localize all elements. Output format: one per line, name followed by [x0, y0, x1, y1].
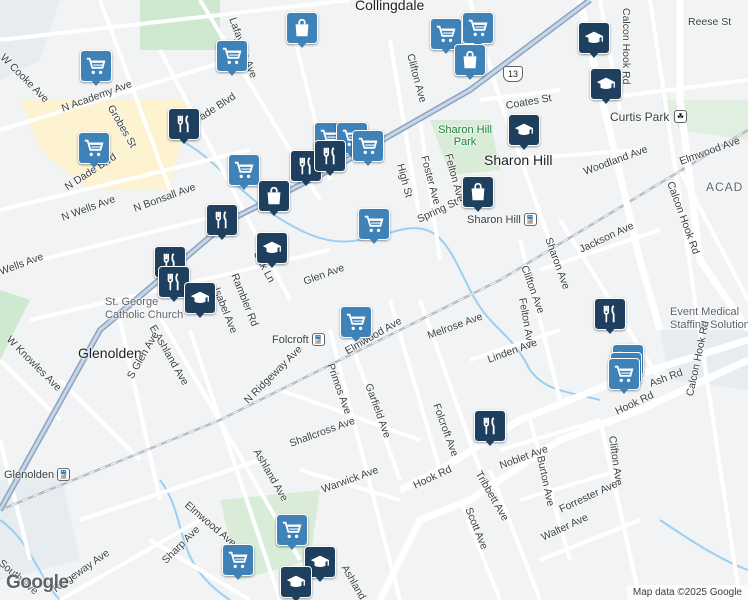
grocery-cart-icon	[233, 159, 255, 181]
school-icon	[189, 287, 211, 309]
grocery-cart-icon	[221, 45, 243, 67]
street-reese-st: Reese St	[688, 16, 732, 28]
google-logo: Google	[6, 572, 69, 593]
cart-marker[interactable]	[358, 208, 390, 244]
station-glenolden[interactable]: Glenolden 🚆	[4, 468, 71, 481]
cart-marker[interactable]	[222, 544, 254, 580]
shopping-bag-icon	[467, 181, 489, 203]
school-icon	[583, 27, 605, 49]
cart-marker[interactable]	[228, 154, 260, 190]
park-label-curtis: Curtis Park	[610, 110, 670, 124]
train-icon: 🚆	[311, 333, 325, 346]
route-13-shield: 13	[503, 66, 523, 82]
school-icon	[513, 119, 535, 141]
town-label-sharon-hill: Sharon Hill	[484, 152, 553, 168]
poi-acad[interactable]: ACAD	[706, 180, 743, 194]
grocery-cart-icon	[435, 23, 457, 45]
shopping-bag-icon	[263, 185, 285, 207]
school-icon	[595, 73, 617, 95]
bag-marker[interactable]	[286, 12, 318, 48]
school-marker[interactable]	[578, 22, 610, 58]
cart-marker[interactable]	[216, 40, 248, 76]
map-canvas[interactable]: 13 Collingdale Sharon Hill Glenolden Sha…	[0, 0, 748, 600]
fork-marker[interactable]	[474, 410, 506, 446]
cart-marker[interactable]	[462, 12, 494, 48]
cart-marker[interactable]	[608, 358, 640, 394]
cart-marker[interactable]	[340, 306, 372, 342]
school-marker[interactable]	[184, 282, 216, 318]
map-attribution[interactable]: Map data ©2025 Google	[626, 585, 748, 600]
restaurant-icon	[479, 415, 501, 437]
grocery-cart-icon	[85, 55, 107, 77]
station-sharon-hill[interactable]: Sharon Hill 🚆	[467, 213, 537, 226]
grocery-cart-icon	[363, 213, 385, 235]
shopping-bag-icon	[459, 49, 481, 71]
school-marker[interactable]	[256, 232, 288, 268]
school-marker[interactable]	[508, 114, 540, 150]
cart-marker[interactable]	[352, 130, 384, 166]
school-icon	[285, 571, 307, 593]
grocery-cart-icon	[357, 135, 379, 157]
town-label-glenolden: Glenolden	[78, 345, 142, 361]
restaurant-icon	[319, 145, 341, 167]
station-folcroft[interactable]: Folcroft 🚆	[272, 333, 325, 346]
grocery-cart-icon	[345, 311, 367, 333]
restaurant-icon	[599, 303, 621, 325]
cart-marker[interactable]	[80, 50, 112, 86]
grocery-cart-icon	[281, 519, 303, 541]
cart-marker[interactable]	[78, 132, 110, 168]
cart-marker[interactable]	[276, 514, 308, 550]
restaurant-icon	[163, 271, 185, 293]
town-label-collingdale: Collingdale	[355, 0, 425, 13]
train-icon: 🚆	[57, 468, 71, 481]
station-label: Sharon Hill	[467, 213, 521, 226]
station-label: Folcroft	[272, 333, 309, 346]
park-label-sharon-hill: Sharon Hill Park	[438, 124, 492, 148]
train-icon: 🚆	[523, 213, 537, 226]
fork-marker[interactable]	[314, 140, 346, 176]
park-icon: ☘	[674, 110, 687, 123]
fork-marker[interactable]	[594, 298, 626, 334]
station-label: Glenolden	[4, 468, 55, 481]
school-icon	[309, 551, 331, 573]
school-icon	[261, 237, 283, 259]
fork-marker[interactable]	[206, 204, 238, 240]
grocery-cart-icon	[83, 137, 105, 159]
restaurant-icon	[173, 113, 195, 135]
restaurant-icon	[211, 209, 233, 231]
grocery-cart-icon	[467, 17, 489, 39]
bag-marker[interactable]	[462, 176, 494, 212]
shopping-bag-icon	[291, 17, 313, 39]
bag-marker[interactable]	[258, 180, 290, 216]
grocery-cart-icon	[227, 549, 249, 571]
fork-marker[interactable]	[168, 108, 200, 144]
school-marker[interactable]	[590, 68, 622, 104]
school-marker[interactable]	[280, 566, 312, 600]
bag-marker[interactable]	[454, 44, 486, 80]
grocery-cart-icon	[613, 363, 635, 385]
